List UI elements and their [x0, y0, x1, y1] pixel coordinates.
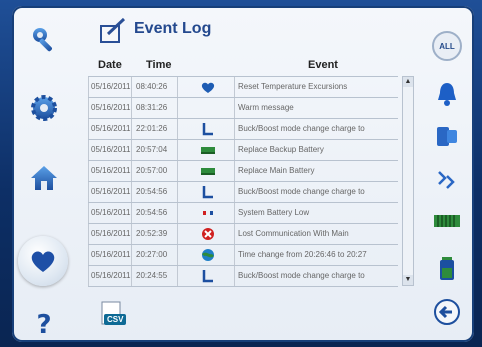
mode-change-icon: [188, 266, 228, 286]
cell-time: 20:27:00: [134, 245, 178, 265]
event-log-icon: [100, 17, 126, 43]
cell-event: Buck/Boost mode change charge to: [234, 119, 394, 139]
mode-change-icon: [188, 182, 228, 202]
table-row[interactable]: 05/16/2011 20:54:56 Buck/Boost mode change…: [88, 181, 398, 202]
cell-date: 05/16/2011: [88, 119, 132, 139]
cell-time: 20:52:39: [134, 224, 178, 244]
table-row[interactable]: 05/16/2011 20:27:00 Time change from 20:26…: [88, 244, 398, 265]
table-row[interactable]: 05/16/2011 20:24:55 Buck/Boost mode change…: [88, 265, 398, 287]
cell-date: 05/16/2011: [88, 224, 132, 244]
cell-event: Replace Main Battery: [234, 161, 394, 181]
table-row[interactable]: 05/16/2011 22:01:26 Buck/Boost mode change…: [88, 118, 398, 139]
scroll-down-arrow[interactable]: ▼: [403, 275, 413, 285]
wrench-icon: [33, 28, 52, 52]
cell-event: Time change from 20:26:46 to 20:27: [234, 245, 394, 265]
error-x-icon: [188, 224, 228, 244]
mode-change-icon: [188, 119, 228, 139]
cell-date: 05/16/2011: [88, 161, 132, 181]
back-button[interactable]: [430, 296, 464, 328]
cell-date: 05/16/2011: [88, 203, 132, 223]
none: [188, 98, 228, 118]
wrench-button[interactable]: [24, 20, 64, 60]
cell-event: Buck/Boost mode change charge to: [234, 266, 394, 286]
gear-button[interactable]: [24, 88, 64, 128]
column-date: Date: [98, 59, 122, 71]
heart-icon: [188, 77, 228, 97]
cell-date: 05/16/2011: [88, 245, 132, 265]
page-title: Event Log: [134, 20, 212, 37]
table-scrollbar[interactable]: ▲ ▼: [402, 76, 414, 286]
cell-event: Replace Backup Battery: [234, 140, 394, 160]
all-label: ALL: [432, 31, 462, 61]
battery-low-icon: [188, 203, 228, 223]
cell-event: Buck/Boost mode change charge to: [234, 182, 394, 202]
column-event: Event: [308, 59, 338, 71]
globe-icon: [188, 245, 228, 265]
all-filter-button[interactable]: ALL: [430, 30, 464, 62]
bell-icon: [438, 83, 456, 106]
left-sidebar: ?: [12, 6, 76, 342]
cell-date: 05/16/2011: [88, 98, 132, 118]
cell-event: Reset Temperature Excursions: [234, 77, 394, 97]
cell-date: 05/16/2011: [88, 77, 132, 97]
question-icon: ?: [36, 310, 51, 337]
cell-date: 05/16/2011: [88, 182, 132, 202]
right-rail: ALL: [420, 6, 474, 342]
screen: ? Event Log Date Time Event 05/16/2011 08…: [12, 6, 474, 342]
power-connector-icon: [434, 215, 460, 227]
cell-event: Warm message: [234, 98, 394, 118]
battery-icon: [440, 257, 454, 280]
svg-text:?: ?: [36, 310, 51, 337]
cell-event: System Battery Low: [234, 203, 394, 223]
cell-date: 05/16/2011: [88, 266, 132, 286]
cell-date: 05/16/2011: [88, 140, 132, 160]
table-row[interactable]: 05/16/2011 20:52:39 Lost Communication Wit…: [88, 223, 398, 244]
heart-icon: [31, 251, 55, 272]
table-row[interactable]: 05/16/2011 20:54:56 System Battery Low: [88, 202, 398, 223]
home-icon: [31, 166, 57, 190]
event-table: Date Time Event 05/16/2011 08:40:26 Reset …: [88, 56, 424, 287]
connection-icon: [438, 171, 455, 189]
connection-filter-button[interactable]: [430, 164, 464, 196]
controller-filter-button[interactable]: [430, 120, 464, 152]
table-header: Date Time Event: [88, 56, 424, 74]
back-arrow-icon: [434, 299, 460, 325]
cell-time: 20:24:55: [134, 266, 178, 286]
alarm-filter-button[interactable]: [430, 78, 464, 110]
device-frame: ? Event Log Date Time Event 05/16/2011 08…: [0, 0, 482, 347]
cell-time: 20:57:04: [134, 140, 178, 160]
cell-time: 20:57:00: [134, 161, 178, 181]
help-button[interactable]: ?: [24, 302, 64, 342]
cell-time: 08:31:26: [134, 98, 178, 118]
scroll-up-arrow[interactable]: ▲: [403, 77, 413, 87]
csv-label: CSV: [104, 314, 127, 325]
battery-green-icon: [188, 161, 228, 181]
table-row[interactable]: 05/16/2011 08:31:26 Warm message: [88, 97, 398, 118]
controller-icon: [437, 127, 457, 146]
cell-time: 20:54:56: [134, 182, 178, 202]
home-button[interactable]: [24, 158, 64, 198]
cell-event: Lost Communication With Main: [234, 224, 394, 244]
heart-button[interactable]: [18, 236, 68, 286]
table-row[interactable]: 05/16/2011 20:57:04 Replace Backup Battery: [88, 139, 398, 160]
cell-time: 22:01:26: [134, 119, 178, 139]
power-filter-button[interactable]: [430, 204, 464, 236]
table-body: 05/16/2011 08:40:26 Reset Temperature Excu…: [88, 76, 398, 287]
cell-time: 08:40:26: [134, 77, 178, 97]
cell-time: 20:54:56: [134, 203, 178, 223]
table-row[interactable]: 05/16/2011 08:40:26 Reset Temperature Excu…: [88, 76, 398, 97]
table-row[interactable]: 05/16/2011 20:57:00 Replace Main Battery: [88, 160, 398, 181]
column-time: Time: [146, 59, 172, 71]
battery-filter-button[interactable]: [430, 252, 464, 284]
battery-green-icon: [188, 140, 228, 160]
csv-export-button[interactable]: CSV: [98, 300, 134, 330]
gear-icon: [31, 95, 57, 121]
